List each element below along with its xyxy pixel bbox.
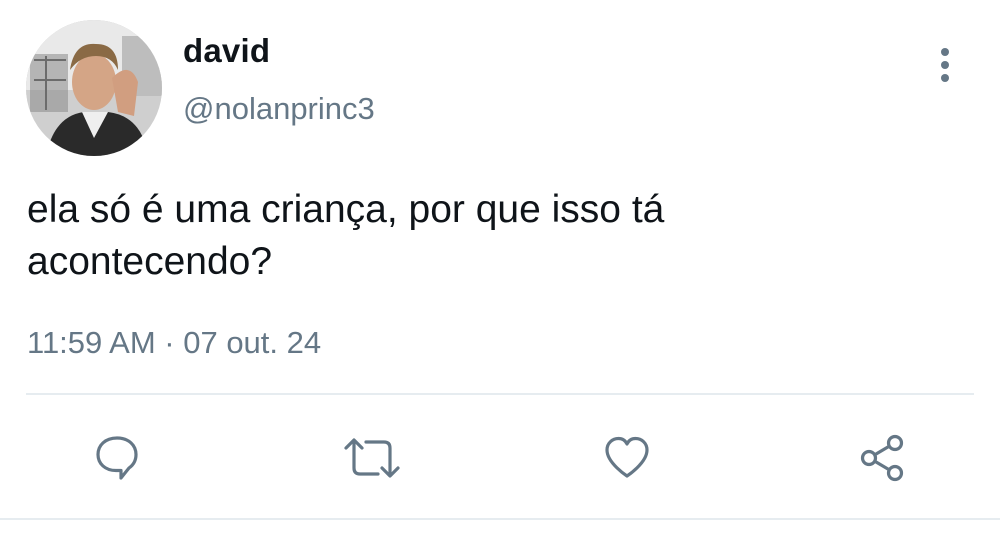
more-dot-icon [941, 61, 949, 69]
divider [26, 393, 974, 395]
more-dot-icon [941, 74, 949, 82]
like-button[interactable] [597, 428, 657, 488]
share-nodes-icon [860, 434, 904, 482]
retweet-button[interactable] [342, 428, 402, 488]
speech-bubble-icon [96, 436, 138, 480]
retweet-arrows-icon [344, 438, 400, 478]
more-dot-icon [941, 48, 949, 56]
user-handle[interactable]: @nolanprinc3 [183, 91, 375, 127]
more-options-button[interactable] [928, 44, 962, 86]
bottom-divider [0, 518, 1000, 520]
avatar-image [26, 20, 162, 156]
share-button[interactable] [853, 428, 913, 488]
reply-button[interactable] [87, 428, 147, 488]
tweet-text: ela só é uma criança, por que isso tá ac… [27, 188, 665, 283]
display-name[interactable]: david [183, 32, 270, 70]
heart-icon [605, 436, 649, 478]
avatar[interactable] [26, 20, 162, 156]
tweet-timestamp[interactable]: 11:59 AM · 07 out. 24 [27, 325, 321, 361]
